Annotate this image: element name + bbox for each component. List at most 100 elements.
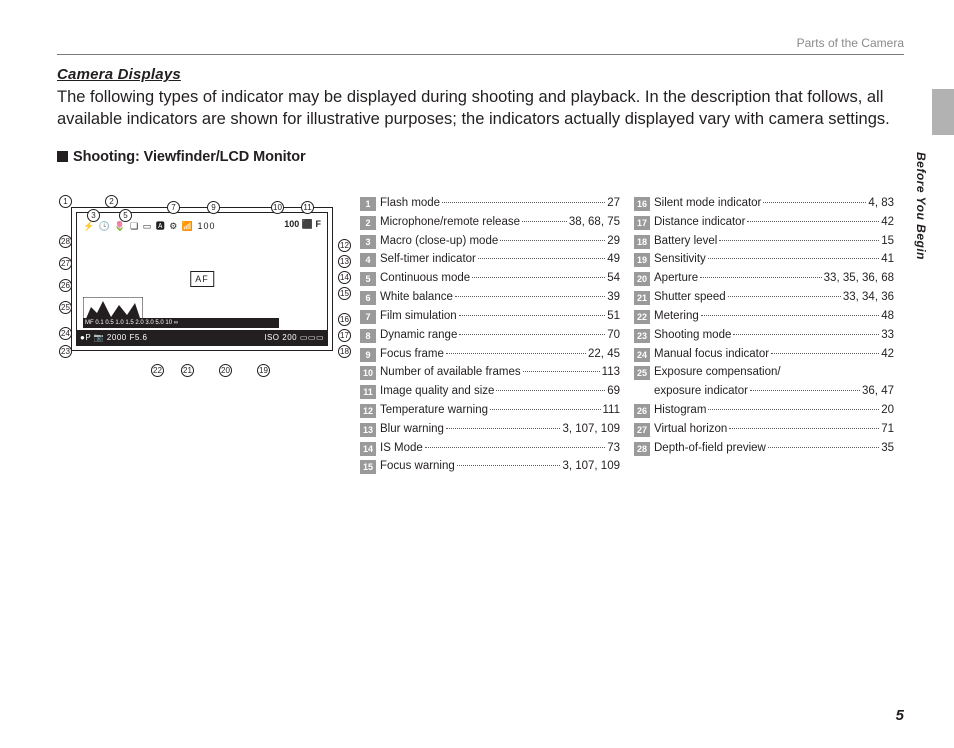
index-number-badge: 1: [360, 197, 376, 211]
index-page-ref: 113: [602, 364, 620, 382]
leader-dots: [708, 409, 879, 410]
index-number-badge: 28: [634, 442, 650, 456]
index-page-ref: 36, 47: [862, 383, 894, 401]
square-bullet-icon: [57, 151, 68, 162]
leader-dots: [500, 240, 605, 241]
index-label: Image quality and size: [380, 383, 494, 401]
index-item: 25Exposure compensation/: [634, 364, 894, 382]
callout-19: 19: [257, 364, 270, 377]
index-page-ref: 27: [607, 195, 620, 213]
subheading: Shooting: Viewfinder/LCD Monitor: [57, 149, 899, 165]
index-item: 17 Distance indicator 42: [634, 214, 894, 232]
section-tab: [932, 89, 954, 135]
index-number-badge: 13: [360, 423, 376, 437]
index-number-badge: 21: [634, 291, 650, 305]
index-page-ref: 33, 35, 36, 68: [824, 270, 894, 288]
index-number-badge: 24: [634, 348, 650, 362]
index-page-ref: 3, 107, 109: [562, 421, 620, 439]
callout-18: 18: [338, 345, 351, 358]
subheading-text: Shooting: Viewfinder/LCD Monitor: [73, 149, 306, 165]
running-header: Parts of the Camera: [797, 36, 904, 50]
index-number-badge: 5: [360, 272, 376, 286]
index-number-badge: 8: [360, 329, 376, 343]
index-page-ref: 22, 45: [588, 346, 620, 364]
index-item: 26Histogram20: [634, 402, 894, 420]
leader-dots: [523, 371, 600, 372]
leader-dots: [700, 277, 822, 278]
index-label: Shutter speed: [654, 289, 726, 307]
leader-dots: [478, 258, 605, 259]
index-label: Temperature warning: [380, 402, 488, 420]
index-label: Depth-of-field preview: [654, 440, 766, 458]
leader-dots: [719, 240, 879, 241]
callout-27: 27: [59, 257, 72, 270]
index-page-ref: 33: [881, 327, 894, 345]
index-label: Continuous mode: [380, 270, 470, 288]
index-number-badge: 22: [634, 310, 650, 324]
index-page-ref: 41: [881, 251, 894, 269]
leader-dots: [457, 465, 561, 466]
callout-12: 12: [338, 239, 351, 252]
index-column-2: 16 Silent mode indicator 4, 83 17 Distance i…: [634, 195, 894, 477]
callout-3: 3: [87, 209, 100, 222]
index-number-badge: 18: [634, 235, 650, 249]
index-number-badge: 12: [360, 404, 376, 418]
index-label: Exposure compensation/: [654, 364, 781, 382]
index-number-badge: 27: [634, 423, 650, 437]
index-number-badge: 16: [634, 197, 650, 211]
callout-25: 25: [59, 301, 72, 314]
index-label: Manual focus indicator: [654, 346, 769, 364]
index-page-ref: 69: [607, 383, 620, 401]
index-columns: 1Flash mode272Microphone/remote release3…: [360, 195, 900, 477]
index-label: Silent mode indicator: [654, 195, 761, 213]
page-number: 5: [896, 707, 904, 724]
index-page-ref: 42: [881, 214, 894, 232]
callout-5: 5: [119, 209, 132, 222]
callout-15: 15: [338, 287, 351, 300]
index-page-ref: 35: [881, 440, 894, 458]
status-left: ●P 📷 2000 F5.6: [80, 330, 147, 345]
index-item: 18Battery level15: [634, 233, 894, 251]
leader-dots: [446, 428, 561, 429]
index-item: 22Metering48: [634, 308, 894, 326]
lcd-top-right: 100 ⬛ F: [284, 219, 321, 230]
index-item: 12Temperature warning111: [360, 402, 620, 420]
page: Before You Begin Parts of the Camera Cam…: [0, 0, 954, 748]
index-page-ref: 71: [881, 421, 894, 439]
index-number-badge: 3: [360, 235, 376, 249]
index-item: 13Blur warning3, 107, 109: [360, 421, 620, 439]
leader-dots: [459, 315, 606, 316]
index-page-ref: 51: [607, 308, 620, 326]
index-label: Sensitivity: [654, 251, 706, 269]
index-page-ref: 54: [607, 270, 620, 288]
index-page-ref: 4, 83: [868, 195, 894, 213]
index-label: Histogram: [654, 402, 706, 420]
index-label: Self-timer indicator: [380, 251, 476, 269]
lcd-screen: ⚡ 🕓 🌷 ❏ ▭ 🅰 ⚙ 📶 100 100 ⬛ F AF MF 0.1 0.…: [76, 212, 328, 346]
index-number-badge: 17: [634, 216, 650, 230]
callout-1: 1: [59, 195, 72, 208]
index-item: 3Macro (close-up) mode29: [360, 233, 620, 251]
index-page-ref: 33, 34, 36: [843, 289, 894, 307]
index-label: Metering: [654, 308, 699, 326]
index-item: 21 Shutter speed 33, 34, 36: [634, 289, 894, 307]
index-item: 11Image quality and size69: [360, 383, 620, 401]
callout-26: 26: [59, 279, 72, 292]
index-number-badge: 20: [634, 272, 650, 286]
index-label: IS Mode: [380, 440, 423, 458]
index-item: 16 Silent mode indicator 4, 83: [634, 195, 894, 213]
index-item: 20Aperture33, 35, 36, 68: [634, 270, 894, 288]
index-page-ref: 3, 107, 109: [562, 458, 620, 476]
index-number-badge: 15: [360, 460, 376, 474]
leader-dots: [446, 353, 586, 354]
index-label: Distance indicator: [654, 214, 745, 232]
leader-dots: [771, 353, 879, 354]
leader-dots: [747, 221, 879, 222]
index-item: 15 Focus warning 3, 107, 109: [360, 458, 620, 476]
index-item: 5 Continuous mode 54: [360, 270, 620, 288]
index-item: exposure indicator36, 47: [634, 383, 894, 401]
header-rule: [57, 54, 904, 55]
index-item: 6White balance39: [360, 289, 620, 307]
index-label: Focus warning: [380, 458, 455, 476]
index-page-ref: 20: [881, 402, 894, 420]
